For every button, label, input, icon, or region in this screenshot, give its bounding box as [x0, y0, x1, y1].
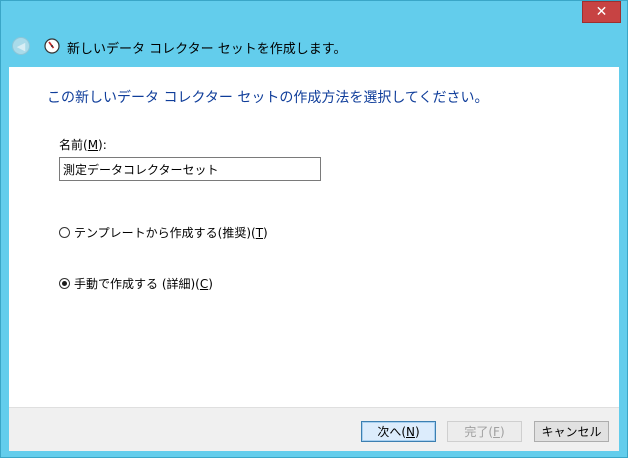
finish-button[interactable]: 完了(F) [447, 421, 522, 442]
arrow-left-icon: ◀ [16, 39, 26, 53]
radio-unchecked-icon [59, 227, 70, 238]
radio-manual-label: 手動で作成する (詳細)(C) [74, 277, 213, 291]
radio-from-template[interactable]: テンプレートから作成する(推奨)(T) [59, 224, 268, 241]
name-label: 名前(M): [59, 138, 107, 152]
close-icon: ✕ [595, 4, 608, 20]
back-button[interactable]: ◀ [12, 37, 30, 55]
name-input[interactable] [59, 157, 321, 181]
page-heading: この新しいデータ コレクター セットの作成方法を選択してください。 [47, 90, 489, 106]
radio-from-template-label: テンプレートから作成する(推奨)(T) [74, 226, 268, 240]
cancel-button[interactable]: キャンセル [534, 421, 609, 442]
wizard-footer: 次へ(N) 完了(F) キャンセル [9, 407, 619, 451]
performance-monitor-icon [44, 38, 60, 54]
wizard-header: ◀ 新しいデータ コレクター セットを作成します。 [1, 29, 627, 65]
close-button[interactable]: ✕ [582, 1, 621, 23]
radio-manual[interactable]: 手動で作成する (詳細)(C) [59, 275, 213, 292]
wizard-content: この新しいデータ コレクター セットの作成方法を選択してください。 名前(M):… [9, 67, 619, 407]
radio-checked-icon [59, 278, 70, 289]
wizard-title: 新しいデータ コレクター セットを作成します。 [67, 42, 347, 57]
wizard-window: ✕ ◀ 新しいデータ コレクター セットを作成します。 この新しいデータ コレク… [0, 0, 628, 458]
next-button[interactable]: 次へ(N) [361, 421, 436, 442]
